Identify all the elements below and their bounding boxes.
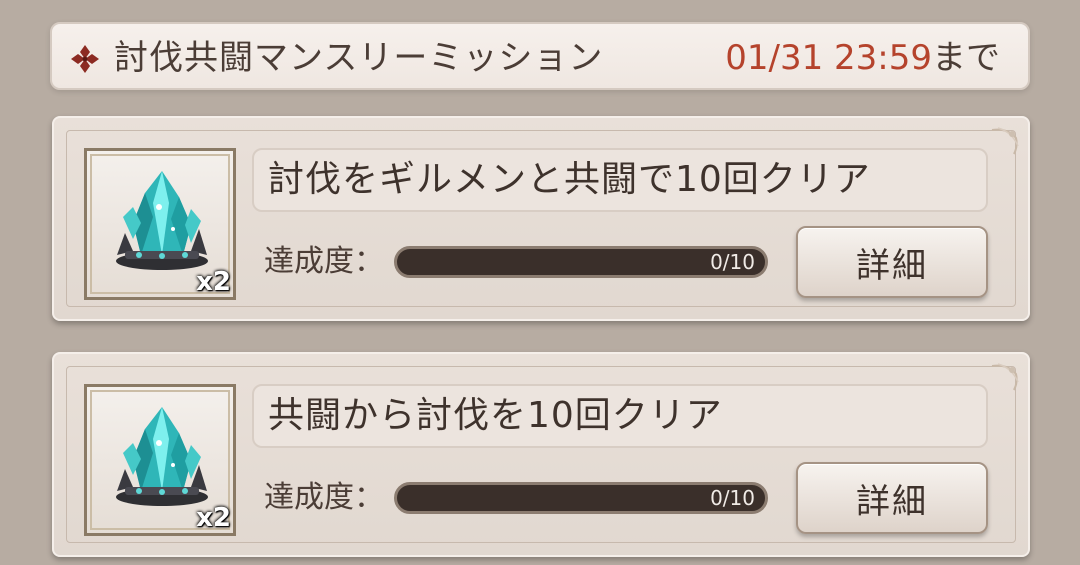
deadline-date: 01/31 23:59: [725, 38, 932, 78]
mission-title: 討伐をギルメンと共闘で10回クリア: [268, 159, 871, 200]
reward-quantity: x2: [196, 503, 231, 533]
progress-bar: 0/10: [394, 482, 768, 514]
progress-label: 達成度：: [264, 480, 384, 515]
progress-label: 達成度：: [264, 244, 384, 279]
progress-text: 0/10: [710, 250, 755, 274]
teal-crystal-icon: [116, 407, 208, 506]
reward-item[interactable]: x2: [84, 148, 236, 300]
teal-crystal-icon: [116, 171, 208, 270]
detail-button[interactable]: 詳細: [796, 226, 988, 298]
mission-title-box: 共闘から討伐を10回クリア: [252, 384, 988, 448]
progress-text: 0/10: [710, 486, 755, 510]
detail-button[interactable]: 詳細: [796, 462, 988, 534]
corner-ornament-icon: [991, 127, 1019, 155]
mission-card: x2 討伐をギルメンと共闘で10回クリア 達成度： 0/10 詳細: [52, 116, 1030, 321]
reward-quantity: x2: [196, 267, 231, 297]
deadline-suffix: まで: [932, 38, 1000, 78]
page-title: 討伐共闘マンスリーミッション: [114, 38, 604, 78]
mission-title: 共闘から討伐を10回クリア: [268, 395, 723, 436]
progress-bar: 0/10: [394, 246, 768, 278]
diamond-cross-icon: [71, 45, 99, 73]
deadline: 01/31 23:59まで: [725, 36, 1000, 80]
reward-item[interactable]: x2: [84, 384, 236, 536]
mission-header: 討伐共闘マンスリーミッション 01/31 23:59まで: [50, 22, 1030, 90]
corner-ornament-icon: [991, 363, 1019, 391]
mission-title-box: 討伐をギルメンと共闘で10回クリア: [252, 148, 988, 212]
mission-card: x2 共闘から討伐を10回クリア 達成度： 0/10 詳細: [52, 352, 1030, 557]
